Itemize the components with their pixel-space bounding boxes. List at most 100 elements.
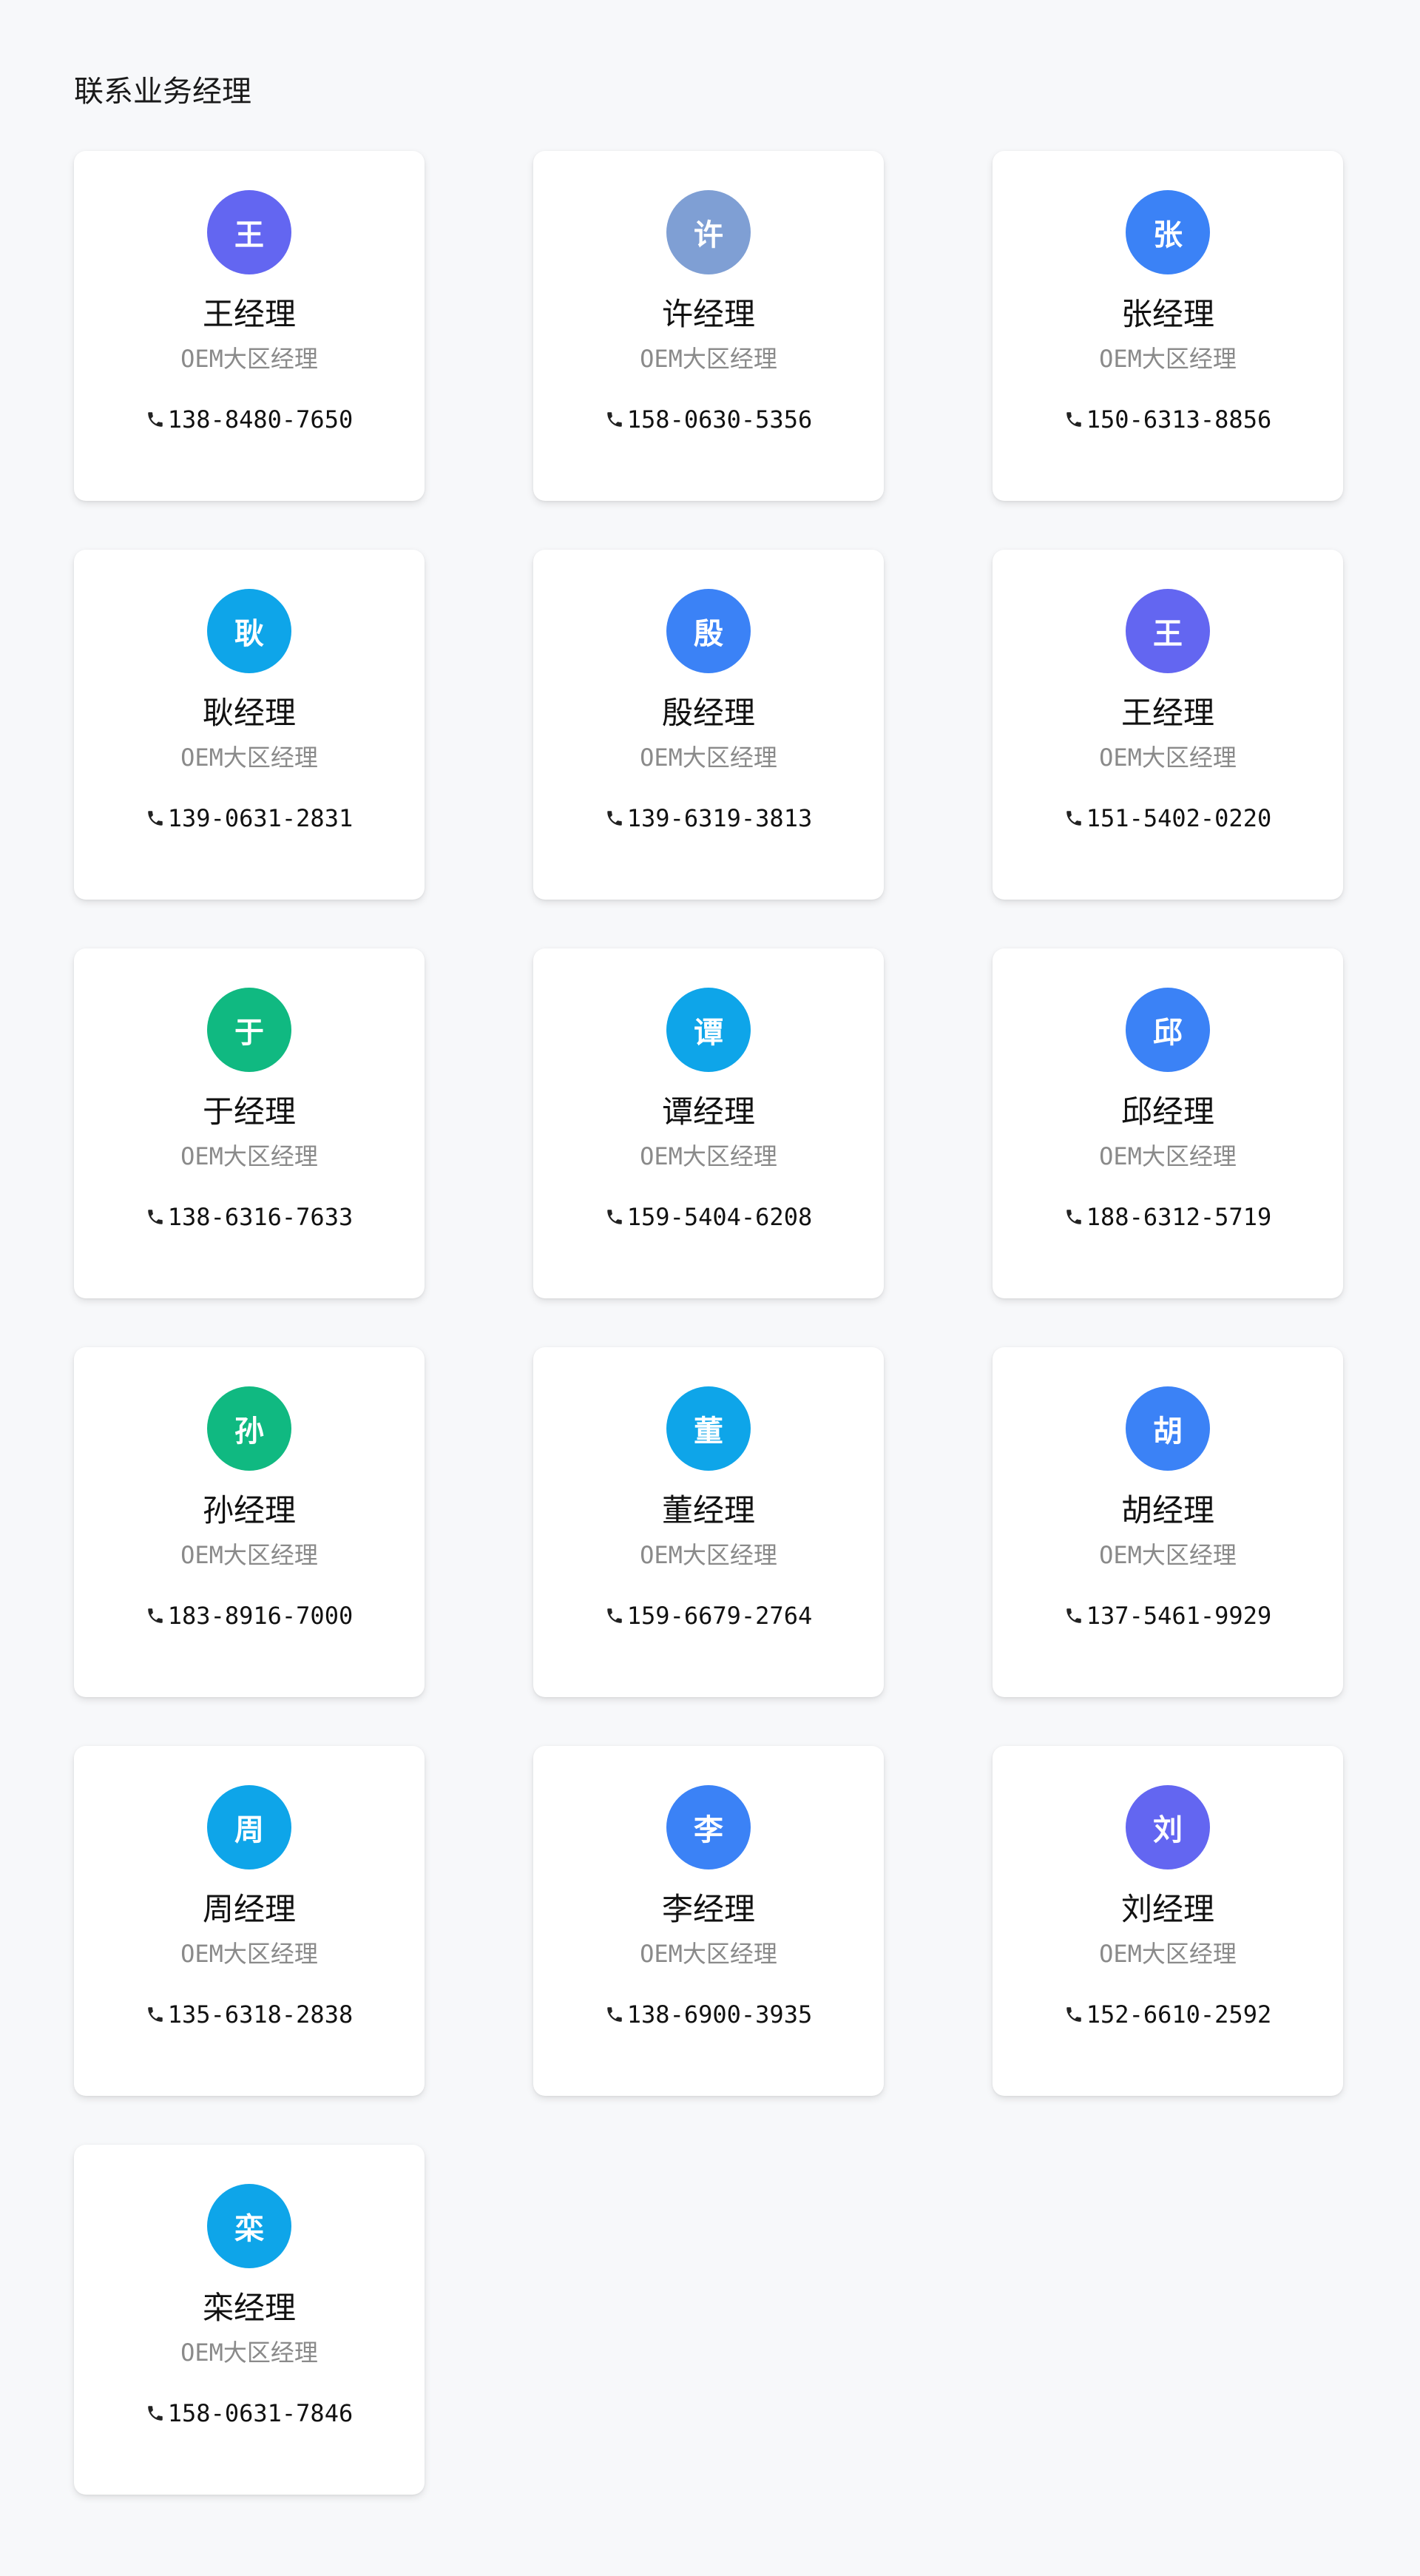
manager-name: 王经理 bbox=[1120, 695, 1214, 731]
manager-card[interactable]: 孙 孙经理 OEM大区经理 183-8916-7000 bbox=[74, 1347, 425, 1697]
manager-name: 栾经理 bbox=[202, 2290, 296, 2326]
phone-icon bbox=[1064, 2005, 1083, 2024]
phone-icon bbox=[1064, 1606, 1083, 1625]
phone-number[interactable]: 158-0630-5356 bbox=[605, 403, 812, 436]
manager-role: OEM大区经理 bbox=[640, 1142, 777, 1170]
phone-number[interactable]: 150-6313-8856 bbox=[1064, 403, 1271, 436]
avatar: 刘 bbox=[1126, 1785, 1210, 1869]
phone-text[interactable]: 138-8480-7650 bbox=[168, 403, 353, 436]
phone-number[interactable]: 138-6900-3935 bbox=[605, 1998, 812, 2031]
manager-role: OEM大区经理 bbox=[180, 1541, 318, 1569]
avatar: 张 bbox=[1126, 190, 1210, 274]
phone-icon bbox=[146, 1606, 165, 1625]
phone-icon bbox=[1064, 410, 1083, 429]
manager-card[interactable]: 张 张经理 OEM大区经理 150-6313-8856 bbox=[993, 151, 1343, 501]
manager-name: 邱经理 bbox=[1120, 1093, 1214, 1130]
manager-name: 王经理 bbox=[202, 296, 296, 332]
phone-icon bbox=[146, 809, 165, 828]
manager-name: 周经理 bbox=[202, 1891, 296, 1927]
manager-card[interactable]: 许 许经理 OEM大区经理 158-0630-5356 bbox=[533, 151, 884, 501]
manager-name: 于经理 bbox=[202, 1093, 296, 1130]
manager-role: OEM大区经理 bbox=[180, 345, 318, 373]
phone-icon bbox=[146, 2404, 165, 2423]
phone-number[interactable]: 151-5402-0220 bbox=[1064, 802, 1271, 834]
phone-text[interactable]: 151-5402-0220 bbox=[1086, 802, 1271, 834]
phone-text[interactable]: 159-6679-2764 bbox=[627, 1599, 812, 1632]
avatar: 许 bbox=[666, 190, 751, 274]
manager-card[interactable]: 王 王经理 OEM大区经理 138-8480-7650 bbox=[74, 151, 425, 501]
manager-card[interactable]: 栾 栾经理 OEM大区经理 158-0631-7846 bbox=[74, 2145, 425, 2495]
phone-number[interactable]: 137-5461-9929 bbox=[1064, 1599, 1271, 1632]
manager-card[interactable]: 董 董经理 OEM大区经理 159-6679-2764 bbox=[533, 1347, 884, 1697]
manager-role: OEM大区经理 bbox=[180, 744, 318, 772]
manager-card[interactable]: 胡 胡经理 OEM大区经理 137-5461-9929 bbox=[993, 1347, 1343, 1697]
avatar: 周 bbox=[207, 1785, 291, 1869]
manager-name: 谭经理 bbox=[661, 1093, 755, 1130]
manager-card[interactable]: 刘 刘经理 OEM大区经理 152-6610-2592 bbox=[993, 1746, 1343, 2096]
manager-card[interactable]: 谭 谭经理 OEM大区经理 159-5404-6208 bbox=[533, 948, 884, 1298]
phone-number[interactable]: 159-5404-6208 bbox=[605, 1201, 812, 1233]
manager-name: 许经理 bbox=[661, 296, 755, 332]
phone-number[interactable]: 139-6319-3813 bbox=[605, 802, 812, 834]
avatar: 栾 bbox=[207, 2184, 291, 2268]
phone-number[interactable]: 135-6318-2838 bbox=[146, 1998, 353, 2031]
manager-card[interactable]: 耿 耿经理 OEM大区经理 139-0631-2831 bbox=[74, 550, 425, 900]
manager-card[interactable]: 殷 殷经理 OEM大区经理 139-6319-3813 bbox=[533, 550, 884, 900]
phone-text[interactable]: 150-6313-8856 bbox=[1086, 403, 1271, 436]
manager-name: 李经理 bbox=[661, 1891, 755, 1927]
phone-icon bbox=[1064, 1207, 1083, 1227]
manager-role: OEM大区经理 bbox=[1099, 744, 1237, 772]
phone-number[interactable]: 159-6679-2764 bbox=[605, 1599, 812, 1632]
phone-icon bbox=[605, 1207, 624, 1227]
manager-name: 孙经理 bbox=[202, 1492, 296, 1528]
avatar: 殷 bbox=[666, 589, 751, 673]
phone-number[interactable]: 158-0631-7846 bbox=[146, 2397, 353, 2430]
manager-card[interactable]: 邱 邱经理 OEM大区经理 188-6312-5719 bbox=[993, 948, 1343, 1298]
manager-role: OEM大区经理 bbox=[1099, 345, 1237, 373]
phone-text[interactable]: 158-0631-7846 bbox=[168, 2397, 353, 2430]
avatar: 王 bbox=[207, 190, 291, 274]
avatar: 王 bbox=[1126, 589, 1210, 673]
avatar: 邱 bbox=[1126, 988, 1210, 1072]
manager-role: OEM大区经理 bbox=[180, 1142, 318, 1170]
phone-icon bbox=[146, 2005, 165, 2024]
manager-role: OEM大区经理 bbox=[640, 345, 777, 373]
avatar: 于 bbox=[207, 988, 291, 1072]
manager-role: OEM大区经理 bbox=[180, 2339, 318, 2367]
phone-text[interactable]: 139-6319-3813 bbox=[627, 802, 812, 834]
manager-name: 胡经理 bbox=[1120, 1492, 1214, 1528]
manager-card[interactable]: 李 李经理 OEM大区经理 138-6900-3935 bbox=[533, 1746, 884, 2096]
avatar: 李 bbox=[666, 1785, 751, 1869]
phone-number[interactable]: 188-6312-5719 bbox=[1064, 1201, 1271, 1233]
phone-text[interactable]: 159-5404-6208 bbox=[627, 1201, 812, 1233]
manager-card[interactable]: 周 周经理 OEM大区经理 135-6318-2838 bbox=[74, 1746, 425, 2096]
phone-text[interactable]: 138-6900-3935 bbox=[627, 1998, 812, 2031]
phone-number[interactable]: 152-6610-2592 bbox=[1064, 1998, 1271, 2031]
phone-number[interactable]: 139-0631-2831 bbox=[146, 802, 353, 834]
avatar: 胡 bbox=[1126, 1386, 1210, 1471]
phone-number[interactable]: 138-6316-7633 bbox=[146, 1201, 353, 1233]
phone-text[interactable]: 158-0630-5356 bbox=[627, 403, 812, 436]
phone-icon bbox=[1064, 809, 1083, 828]
manager-role: OEM大区经理 bbox=[640, 1541, 777, 1569]
phone-text[interactable]: 183-8916-7000 bbox=[168, 1599, 353, 1632]
phone-text[interactable]: 138-6316-7633 bbox=[168, 1201, 353, 1233]
manager-card[interactable]: 于 于经理 OEM大区经理 138-6316-7633 bbox=[74, 948, 425, 1298]
phone-number[interactable]: 138-8480-7650 bbox=[146, 403, 353, 436]
phone-text[interactable]: 188-6312-5719 bbox=[1086, 1201, 1271, 1233]
manager-role: OEM大区经理 bbox=[180, 1940, 318, 1968]
manager-role: OEM大区经理 bbox=[640, 744, 777, 772]
manager-role: OEM大区经理 bbox=[640, 1940, 777, 1968]
phone-text[interactable]: 135-6318-2838 bbox=[168, 1998, 353, 2031]
phone-number[interactable]: 183-8916-7000 bbox=[146, 1599, 353, 1632]
manager-name: 董经理 bbox=[661, 1492, 755, 1528]
phone-text[interactable]: 139-0631-2831 bbox=[168, 802, 353, 834]
manager-name: 张经理 bbox=[1120, 296, 1214, 332]
phone-text[interactable]: 137-5461-9929 bbox=[1086, 1599, 1271, 1632]
phone-icon bbox=[605, 410, 624, 429]
avatar: 耿 bbox=[207, 589, 291, 673]
avatar: 孙 bbox=[207, 1386, 291, 1471]
phone-text[interactable]: 152-6610-2592 bbox=[1086, 1998, 1271, 2031]
manager-card[interactable]: 王 王经理 OEM大区经理 151-5402-0220 bbox=[993, 550, 1343, 900]
avatar: 谭 bbox=[666, 988, 751, 1072]
